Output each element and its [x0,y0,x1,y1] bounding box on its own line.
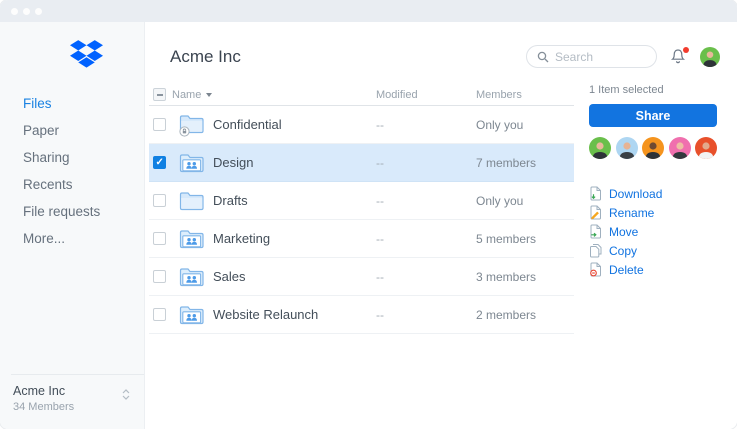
selection-status: 1 Item selected [589,84,717,96]
search-box[interactable] [526,45,657,68]
file-table: Name Modified Members [149,84,574,334]
page-title: Acme Inc [170,47,241,67]
member-avatars [589,137,717,159]
notifications-button[interactable] [670,48,687,66]
sidebar-item-paper[interactable]: Paper [0,117,144,144]
row-checkbox[interactable] [153,308,166,321]
file-members: 7 members [476,156,574,170]
window-control-minimize[interactable] [23,8,30,15]
member-avatar[interactable] [616,137,638,159]
column-header-modified: Modified [376,89,476,101]
file-name-link[interactable]: Design [213,155,376,170]
folder-icon [178,190,205,212]
member-avatar[interactable] [589,137,611,159]
table-row[interactable]: Drafts -- Only you [149,182,574,220]
file-modified: -- [376,118,476,132]
move-icon [589,224,602,239]
chevron-up-down-icon [122,389,130,400]
team-selector[interactable]: Acme Inc 34 Members [11,374,144,429]
row-checkbox[interactable] [153,118,166,131]
shared-folder-icon [178,228,205,250]
dropbox-logo-icon[interactable] [70,40,144,74]
copy-action[interactable]: Copy [589,241,717,260]
notification-badge [683,47,689,53]
sort-caret-icon [206,93,212,97]
search-icon [537,51,549,63]
table-header: Name Modified Members [149,84,574,106]
column-header-name[interactable]: Name [172,89,376,101]
team-name: Acme Inc [13,384,132,398]
file-modified: -- [376,308,476,322]
shared-folder-icon [178,304,205,326]
file-name-link[interactable]: Confidential [213,117,376,132]
move-action[interactable]: Move [589,222,717,241]
file-modified: -- [376,232,476,246]
copy-icon [589,243,602,258]
detail-panel: 1 Item selected Share [589,84,717,279]
sidebar-item-files[interactable]: Files [0,90,144,117]
member-avatar[interactable] [642,137,664,159]
table-row[interactable]: Design -- 7 members [149,144,574,182]
sidebar-item-recents[interactable]: Recents [0,171,144,198]
sidebar-item-sharing[interactable]: Sharing [0,144,144,171]
window-control-maximize[interactable] [35,8,42,15]
file-name-link[interactable]: Marketing [213,231,376,246]
delete-icon [589,262,602,277]
file-modified: -- [376,194,476,208]
table-row[interactable]: Website Relaunch -- 2 members [149,296,574,334]
app-window: Files Paper Sharing Recents File request… [0,0,737,429]
rename-action[interactable]: Rename [589,203,717,222]
column-header-members: Members [476,89,574,101]
row-checkbox[interactable] [153,156,166,169]
row-checkbox[interactable] [153,232,166,245]
share-button[interactable]: Share [589,104,717,127]
shared-folder-icon [178,266,205,288]
file-modified: -- [376,270,476,284]
user-avatar[interactable] [700,47,720,67]
file-members: Only you [476,194,574,208]
row-checkbox[interactable] [153,270,166,283]
table-row[interactable]: Sales -- 3 members [149,258,574,296]
sidebar: Files Paper Sharing Recents File request… [0,22,145,429]
member-avatar[interactable] [669,137,691,159]
folder-lock-icon [178,112,205,137]
table-row[interactable]: Confidential -- Only you [149,106,574,144]
sidebar-item-file-requests[interactable]: File requests [0,198,144,225]
file-modified: -- [376,156,476,170]
delete-action[interactable]: Delete [589,260,717,279]
file-members: Only you [476,118,574,132]
action-list: Download Rename [589,184,717,279]
row-checkbox[interactable] [153,194,166,207]
shared-folder-icon [178,152,205,174]
team-member-count: 34 Members [13,401,132,413]
file-members: 2 members [476,308,574,322]
download-action[interactable]: Download [589,184,717,203]
search-input[interactable] [555,50,645,64]
window-titlebar [0,0,737,22]
table-row[interactable]: Marketing -- 5 members [149,220,574,258]
window-control-close[interactable] [11,8,18,15]
member-avatar[interactable] [695,137,717,159]
file-name-link[interactable]: Sales [213,269,376,284]
rename-icon [589,205,602,220]
file-members: 5 members [476,232,574,246]
main-content: Acme Inc [145,22,737,429]
select-all-checkbox[interactable] [153,88,166,101]
download-icon [589,186,602,201]
file-name-link[interactable]: Website Relaunch [213,307,376,322]
file-name-link[interactable]: Drafts [213,193,376,208]
sidebar-nav: Files Paper Sharing Recents File request… [0,90,144,252]
sidebar-item-more[interactable]: More... [0,225,144,252]
file-members: 3 members [476,270,574,284]
